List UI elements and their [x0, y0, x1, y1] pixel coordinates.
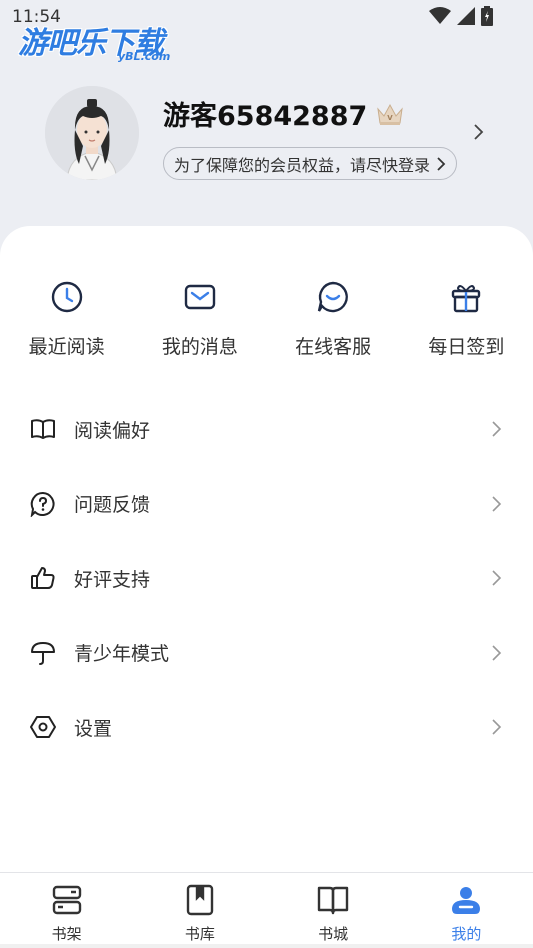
- avatar-illustration: [45, 86, 139, 180]
- settings-hex-icon: [30, 716, 56, 739]
- nav-label: 书架: [51, 925, 82, 943]
- menu-item-teen-mode[interactable]: 青少年模式: [0, 616, 533, 691]
- chevron-right-icon: [492, 570, 502, 586]
- nav-library[interactable]: 书库: [133, 873, 266, 948]
- chevron-right-icon: [492, 421, 502, 437]
- clock-icon: [51, 281, 82, 313]
- chevron-right-icon: [492, 719, 502, 735]
- nav-label: 书库: [184, 925, 215, 943]
- shortcut-label: 最近阅读: [28, 336, 105, 358]
- shortcut-row: 最近阅读 我的消息 在线客服 每日签到: [0, 280, 533, 359]
- bottom-navigation: 书架 书库 书城 我的: [0, 872, 533, 948]
- gift-icon: [452, 285, 481, 313]
- menu-item-label: 问题反馈: [74, 494, 151, 517]
- library-icon: [186, 884, 214, 916]
- shortcut-label: 每日签到: [428, 336, 505, 358]
- settings-menu: 阅读偏好 问题反馈 好评支持 青少年模式 设置: [0, 392, 533, 765]
- svg-text:V: V: [388, 114, 394, 122]
- chat-smile-icon: [317, 281, 349, 313]
- menu-item-feedback[interactable]: 问题反馈: [0, 467, 533, 542]
- menu-item-label: 设置: [74, 717, 113, 740]
- home-indicator: [0, 944, 533, 948]
- bookshelf-icon: [52, 885, 81, 915]
- shortcut-online-service[interactable]: 在线客服: [267, 280, 400, 359]
- mail-icon: [184, 284, 216, 310]
- menu-item-reading-preference[interactable]: 阅读偏好: [0, 392, 533, 467]
- shortcut-label: 在线客服: [295, 336, 372, 358]
- menu-item-label: 青少年模式: [74, 643, 170, 666]
- battery-icon: [481, 6, 493, 26]
- crown-icon: V: [377, 103, 404, 125]
- chevron-right-icon: [437, 156, 446, 171]
- menu-item-label: 阅读偏好: [74, 419, 151, 442]
- question-bubble-icon: [30, 491, 55, 517]
- menu-item-settings[interactable]: 设置: [0, 690, 533, 765]
- watermark-logo-sub: yBL.com: [118, 50, 171, 63]
- nav-label: 书城: [318, 925, 349, 943]
- nav-book-store[interactable]: 书城: [267, 873, 400, 948]
- status-icons: [429, 6, 493, 26]
- profile-chevron-right-icon[interactable]: [473, 122, 485, 142]
- book-open-icon: [31, 419, 55, 440]
- chevron-right-icon: [492, 645, 502, 661]
- username[interactable]: 游客65842887 V: [163, 94, 405, 133]
- login-prompt-text: 为了保障您的会员权益，请尽快登录: [174, 155, 431, 175]
- wifi-icon: [429, 7, 451, 24]
- book-store-icon: [317, 886, 349, 915]
- login-prompt-button[interactable]: 为了保障您的会员权益，请尽快登录: [163, 147, 458, 180]
- shortcut-recent-reading[interactable]: 最近阅读: [0, 280, 133, 359]
- main-card: 最近阅读 我的消息 在线客服 每日签到 阅读偏好 问题反馈 好评支持 青少年模式…: [0, 226, 533, 876]
- username-text: 游客65842887: [163, 101, 368, 132]
- menu-item-rate-support[interactable]: 好评支持: [0, 541, 533, 616]
- shortcut-label: 我的消息: [161, 336, 238, 358]
- shortcut-daily-checkin[interactable]: 每日签到: [400, 280, 533, 359]
- avatar[interactable]: [45, 86, 139, 180]
- nav-profile[interactable]: 我的: [400, 873, 533, 948]
- chevron-right-icon: [492, 496, 502, 512]
- thumbs-up-icon: [31, 567, 55, 590]
- nav-bookshelf[interactable]: 书架: [0, 873, 133, 948]
- profile-icon: [452, 887, 481, 914]
- menu-item-label: 好评支持: [74, 568, 151, 591]
- signal-icon: [457, 7, 475, 25]
- shortcut-my-messages[interactable]: 我的消息: [133, 280, 266, 359]
- nav-label: 我的: [451, 925, 482, 943]
- umbrella-icon: [31, 641, 55, 665]
